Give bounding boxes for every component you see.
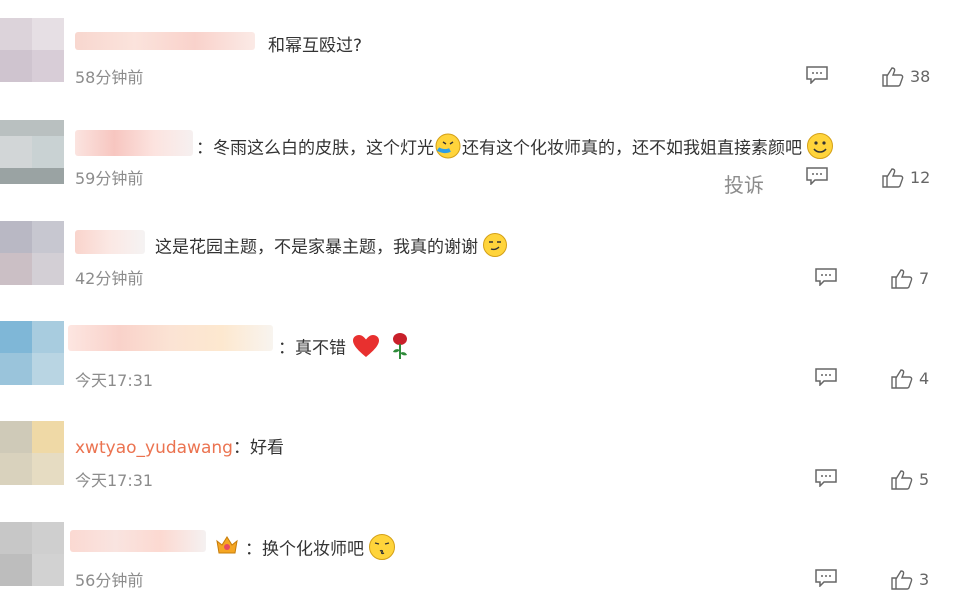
like-button[interactable]: 38 <box>882 66 930 87</box>
username-link[interactable]: xwtyao_yudawang <box>75 438 233 458</box>
heart-emoji-icon <box>352 334 380 363</box>
thumbs-up-icon <box>882 167 904 188</box>
avatar[interactable] <box>0 120 64 184</box>
username-blurred[interactable] <box>68 325 273 351</box>
like-count: 4 <box>919 369 930 388</box>
comment-bubble-icon[interactable] <box>815 268 837 286</box>
like-count: 12 <box>910 168 931 187</box>
like-count: 7 <box>919 269 930 288</box>
smirk-emoji-icon <box>482 232 508 263</box>
smile-emoji-icon <box>806 132 834 165</box>
comment-time: 今天17:31 <box>75 471 154 490</box>
comment-text: ：换个化妆师吧 <box>245 533 396 566</box>
username-blurred[interactable] <box>75 32 255 50</box>
comment-text: ：冬雨这么白的皮肤，这个灯光 还有这个化妆师真的，还不如我姐直接素颜吧 <box>196 132 834 165</box>
kiss-emoji-icon <box>368 533 396 566</box>
thumbs-up-icon <box>891 368 913 389</box>
rose-emoji-icon <box>390 332 410 365</box>
comment-bubble-icon[interactable] <box>806 167 828 185</box>
like-count: 38 <box>910 67 931 86</box>
comment-time: 59分钟前 <box>75 169 144 188</box>
like-button[interactable]: 7 <box>891 268 929 289</box>
like-button[interactable]: 5 <box>891 469 929 490</box>
comment-bubble-icon[interactable] <box>815 569 837 587</box>
comment-time: 42分钟前 <box>75 269 144 288</box>
like-button[interactable]: 12 <box>882 167 930 188</box>
avatar[interactable] <box>0 522 64 586</box>
like-button[interactable]: 4 <box>891 368 929 389</box>
avatar[interactable] <box>0 18 64 82</box>
thumbs-up-icon <box>891 569 913 590</box>
like-button[interactable]: 3 <box>891 569 929 590</box>
comment-text: ：真不错 <box>278 332 410 365</box>
thumbs-up-icon <box>882 66 904 87</box>
crying-emoji-icon <box>434 133 462 164</box>
thumbs-up-icon <box>891 469 913 490</box>
comment-text: 这是花园主题，不是家暴主题，我真的谢谢 <box>155 232 508 263</box>
crown-badge-icon <box>215 533 239 559</box>
comment-time: 56分钟前 <box>75 571 144 590</box>
comment-bubble-icon[interactable] <box>815 368 837 386</box>
comment-bubble-icon[interactable] <box>806 66 828 84</box>
avatar[interactable] <box>0 421 64 485</box>
avatar[interactable] <box>0 321 64 385</box>
comment-text: xwtyao_yudawang：好看 <box>75 438 284 458</box>
comment-time: 今天17:31 <box>75 371 154 390</box>
comment-time: 58分钟前 <box>75 68 144 87</box>
report-button[interactable]: 投诉 <box>724 169 764 198</box>
thumbs-up-icon <box>891 268 913 289</box>
like-count: 3 <box>919 570 930 589</box>
username-blurred[interactable] <box>75 230 145 254</box>
avatar[interactable] <box>0 221 64 285</box>
like-count: 5 <box>919 470 930 489</box>
username-blurred[interactable] <box>75 130 193 156</box>
comment-text: 和幂互殴过? <box>268 36 363 56</box>
username-blurred[interactable] <box>70 530 206 552</box>
comment-bubble-icon[interactable] <box>815 469 837 487</box>
